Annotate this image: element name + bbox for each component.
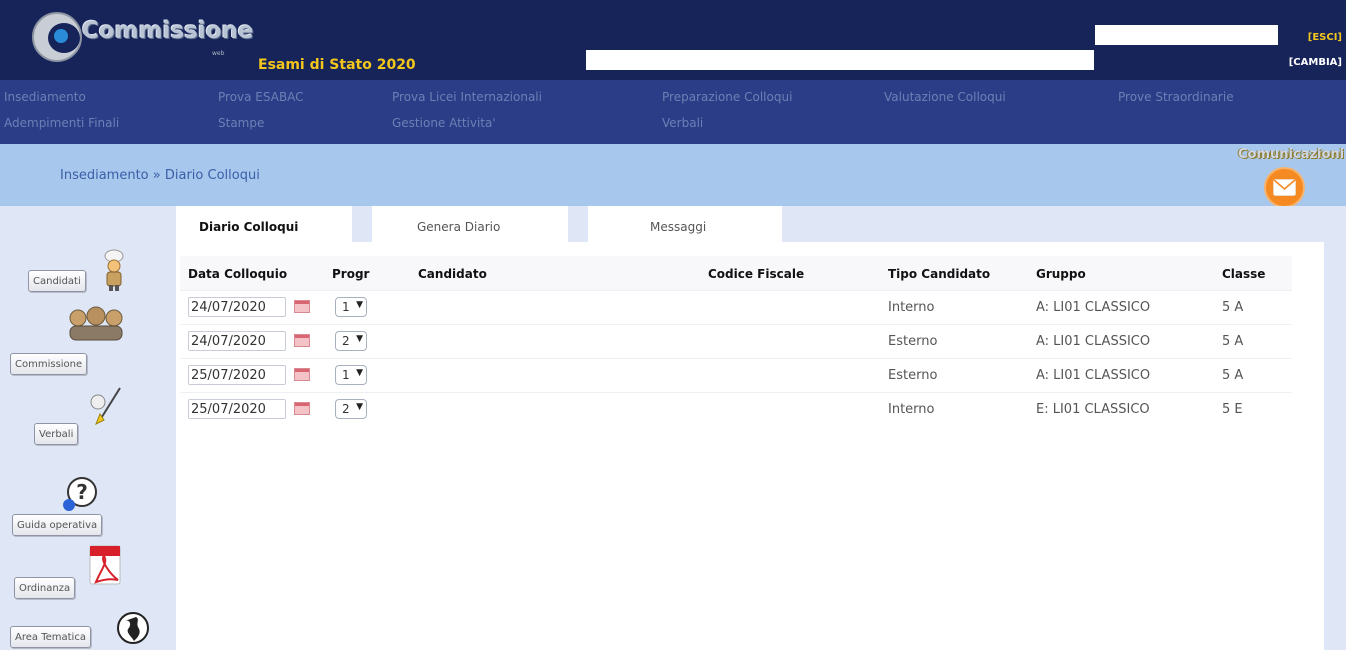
- table-header-row: Data Colloquio Progr Candidato Codice Fi…: [180, 256, 1292, 290]
- date-input[interactable]: 24/07/2020: [188, 331, 286, 351]
- cell-classe: 5 E: [1222, 402, 1243, 417]
- menu-item-stampe[interactable]: Stampe: [218, 116, 264, 130]
- cambia-link[interactable]: [CAMBIA]: [1289, 57, 1342, 68]
- dropdown-arrow-icon: ▼: [356, 334, 363, 344]
- menu-item-verbali[interactable]: Verbali: [662, 116, 703, 130]
- pdf-document-icon: [89, 545, 121, 585]
- dropdown-arrow-icon: ▼: [356, 300, 363, 310]
- cell-classe: 5 A: [1222, 368, 1244, 383]
- calendar-icon[interactable]: [294, 334, 310, 347]
- commissione-logo: Commissione web: [32, 12, 257, 70]
- col-header-progr[interactable]: Progr: [332, 267, 369, 281]
- col-header-candidato[interactable]: Candidato: [418, 267, 487, 281]
- sidebar-button-area-tematica[interactable]: Area Tematica: [10, 626, 91, 648]
- pen-figure-icon: [90, 387, 121, 426]
- dropdown-arrow-icon: ▼: [356, 402, 363, 412]
- sidebar-button-guida-operativa[interactable]: Guida operativa: [12, 514, 103, 536]
- cell-tipo: Esterno: [888, 368, 938, 383]
- cell-classe: 5 A: [1222, 300, 1244, 315]
- cell-classe: 5 A: [1222, 334, 1244, 349]
- progr-select-value: 1: [342, 368, 350, 382]
- breadcrumb-current: Diario Colloqui: [164, 168, 260, 183]
- col-header-classe[interactable]: Classe: [1222, 267, 1265, 281]
- cell-gruppo: A: LI01 CLASSICO: [1036, 368, 1151, 383]
- group-figures-icon: [69, 306, 123, 341]
- menu-item-preparazione[interactable]: Preparazione Colloqui: [662, 90, 792, 104]
- colloqui-table: Data Colloquio Progr Candidato Codice Fi…: [180, 256, 1292, 426]
- breadcrumb-parent[interactable]: Insediamento: [60, 168, 149, 183]
- mail-icon[interactable]: [1264, 167, 1305, 208]
- menu-item-insediamento[interactable]: Insediamento: [4, 90, 86, 104]
- table-row: 24/07/2020 1 ▼ Interno A: LI01 CLASSICO …: [180, 290, 1292, 324]
- svg-text:?: ?: [76, 480, 88, 504]
- table-row: 25/07/2020 1 ▼ Esterno A: LI01 CLASSICO …: [180, 358, 1292, 392]
- app-header: Commissione web Esami di Stato 2020 [ESC…: [0, 0, 1346, 80]
- menu-item-valutazione[interactable]: Valutazione Colloqui: [884, 90, 1006, 104]
- logo-c-icon: [32, 12, 82, 62]
- header-bar-field: [586, 50, 1094, 70]
- chef-figure-icon: [104, 249, 124, 291]
- progr-select[interactable]: 1 ▼: [335, 297, 367, 317]
- calendar-icon[interactable]: [294, 402, 310, 415]
- col-header-codice-fiscale[interactable]: Codice Fiscale: [708, 267, 804, 281]
- table-row: 24/07/2020 2 ▼ Esterno A: LI01 CLASSICO …: [180, 324, 1292, 358]
- progr-select[interactable]: 2 ▼: [335, 331, 367, 351]
- tab-genera-diario[interactable]: Genera Diario: [372, 206, 568, 242]
- col-header-data[interactable]: Data Colloquio: [188, 267, 287, 281]
- date-input[interactable]: 25/07/2020: [188, 365, 286, 385]
- dropdown-arrow-icon: ▼: [356, 368, 363, 378]
- app-title: Esami di Stato 2020: [258, 57, 416, 73]
- breadcrumb-separator: »: [148, 168, 165, 183]
- menu-item-gestione-attivita[interactable]: Gestione Attivita': [392, 116, 496, 130]
- menu-item-prova-esabac[interactable]: Prova ESABAC: [218, 90, 304, 104]
- help-question-icon: ?: [63, 477, 97, 511]
- menu-item-adempimenti[interactable]: Adempimenti Finali: [4, 116, 119, 130]
- sidebar-button-candidati[interactable]: Candidati: [28, 270, 86, 292]
- logo-subtext: web: [212, 50, 225, 57]
- esci-link[interactable]: [ESCI]: [1308, 32, 1342, 43]
- table-row: 25/07/2020 2 ▼ Interno E: LI01 CLASSICO …: [180, 392, 1292, 426]
- cell-tipo: Interno: [888, 300, 935, 315]
- col-header-gruppo[interactable]: Gruppo: [1036, 267, 1086, 281]
- tab-diario-colloqui[interactable]: Diario Colloqui: [176, 206, 352, 242]
- main-menu: Insediamento Prova ESABAC Prova Licei In…: [0, 80, 1346, 144]
- user-info-box: [1095, 25, 1278, 45]
- col-header-tipo[interactable]: Tipo Candidato: [888, 267, 990, 281]
- globe-icon: [117, 612, 149, 644]
- progr-select-value: 1: [342, 300, 350, 314]
- sidebar-button-verbali[interactable]: Verbali: [34, 423, 79, 445]
- logo-text: Commissione: [82, 18, 254, 44]
- cell-gruppo: E: LI01 CLASSICO: [1036, 402, 1150, 417]
- cell-tipo: Esterno: [888, 334, 938, 349]
- tab-messaggi[interactable]: Messaggi: [588, 206, 782, 242]
- menu-item-prova-licei[interactable]: Prova Licei Internazionali: [392, 90, 542, 104]
- cell-tipo: Interno: [888, 402, 935, 417]
- calendar-icon[interactable]: [294, 368, 310, 381]
- date-input[interactable]: 25/07/2020: [188, 399, 286, 419]
- menu-item-prove-straordinarie[interactable]: Prove Straordinarie: [1118, 90, 1234, 104]
- sidebar-button-commissione[interactable]: Commissione: [10, 353, 88, 375]
- comunicazioni-label[interactable]: Comunicazioni: [1238, 147, 1344, 162]
- progr-select-value: 2: [342, 334, 350, 348]
- cell-gruppo: A: LI01 CLASSICO: [1036, 334, 1151, 349]
- progr-select-value: 2: [342, 402, 350, 416]
- progr-select[interactable]: 2 ▼: [335, 399, 367, 419]
- cell-gruppo: A: LI01 CLASSICO: [1036, 300, 1151, 315]
- breadcrumb: Insediamento » Diario Colloqui: [60, 168, 260, 183]
- progr-select[interactable]: 1 ▼: [335, 365, 367, 385]
- calendar-icon[interactable]: [294, 300, 310, 313]
- date-input[interactable]: 24/07/2020: [188, 297, 286, 317]
- sidebar-button-ordinanza[interactable]: Ordinanza: [14, 577, 76, 599]
